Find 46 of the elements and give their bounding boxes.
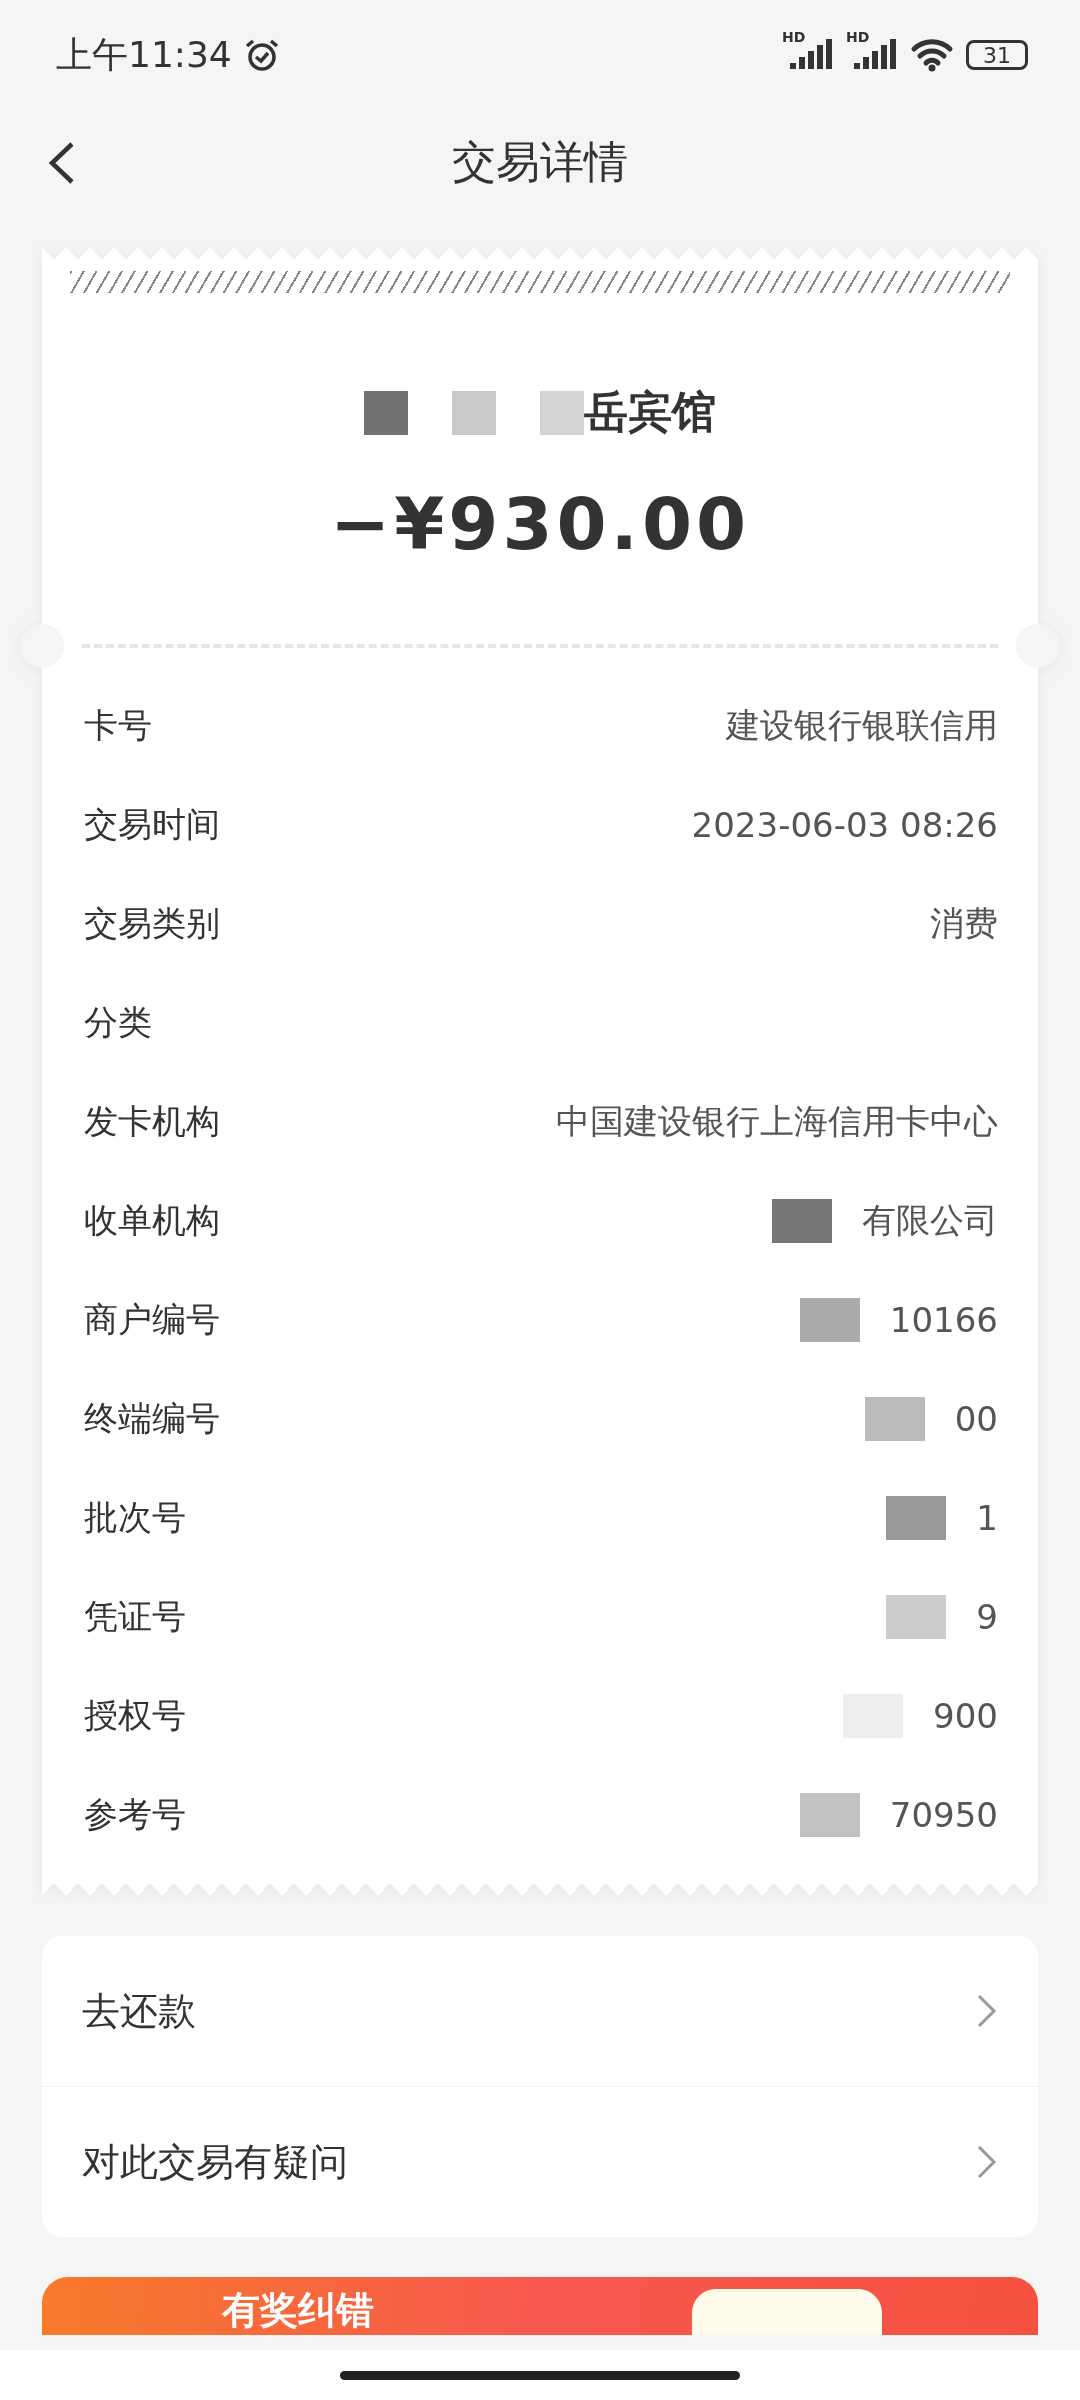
- mosaic-block: [452, 390, 496, 435]
- merchant-name: 岳宾馆: [584, 385, 716, 439]
- status-time: 上午11:34: [56, 32, 232, 77]
- mosaic-block: [540, 390, 584, 435]
- detail-value: 1: [976, 1497, 998, 1538]
- mosaic-block: [799, 1792, 860, 1837]
- mosaic-block: [799, 1297, 860, 1342]
- network-label: HD: [782, 29, 806, 45]
- detail-label: 终端编号: [84, 1396, 220, 1440]
- mosaic-block: [364, 390, 408, 435]
- detail-value: 建设银行银联信用: [726, 703, 998, 747]
- detail-value: 900: [933, 1695, 998, 1736]
- detail-value: 有限公司: [862, 1198, 998, 1242]
- network-label: HD: [846, 29, 870, 45]
- wifi-icon: [910, 37, 954, 73]
- detail-label: 批次号: [84, 1495, 186, 1539]
- detail-label: 交易类别: [84, 901, 220, 945]
- amount: −¥930.00: [329, 482, 751, 566]
- detail-value: 10166: [889, 1299, 998, 1340]
- detail-value: 2023-06-03 08:26: [691, 804, 998, 845]
- detail-value: 消费: [930, 901, 998, 945]
- chevron-icon: [976, 2144, 998, 2180]
- detail-label: 发卡机构: [84, 1099, 220, 1143]
- banner-title: 有奖纠错: [222, 2287, 374, 2334]
- detail-value: 9: [976, 1596, 998, 1637]
- chevron-icon: [976, 1993, 998, 2029]
- detail-label: 授权号: [84, 1693, 186, 1737]
- mosaic-block: [886, 1495, 947, 1540]
- detail-label: 凭证号: [84, 1594, 186, 1638]
- battery-level: 31: [966, 40, 1028, 70]
- detail-label: 卡号: [84, 703, 152, 747]
- mosaic-block: [772, 1198, 832, 1243]
- detail-value: 00: [954, 1398, 998, 1439]
- detail-label: 参考号: [84, 1792, 186, 1836]
- detail-label: 收单机构: [84, 1198, 220, 1242]
- action-row[interactable]: 对此交易有疑问: [42, 2086, 1038, 2237]
- detail-label: 商户编号: [84, 1297, 220, 1341]
- mosaic-block: [864, 1396, 925, 1441]
- detail-label: 交易时间: [84, 802, 220, 846]
- mosaic-block: [886, 1594, 947, 1639]
- detail-value: 70950: [889, 1794, 998, 1835]
- page-title: 交易详情: [452, 135, 628, 189]
- detail-value: 中国建设银行上海信用卡中心: [556, 1099, 998, 1143]
- action-row[interactable]: 去还款: [42, 1936, 1038, 2086]
- alarm-icon: [243, 37, 280, 73]
- detail-label: 分类: [84, 1000, 152, 1044]
